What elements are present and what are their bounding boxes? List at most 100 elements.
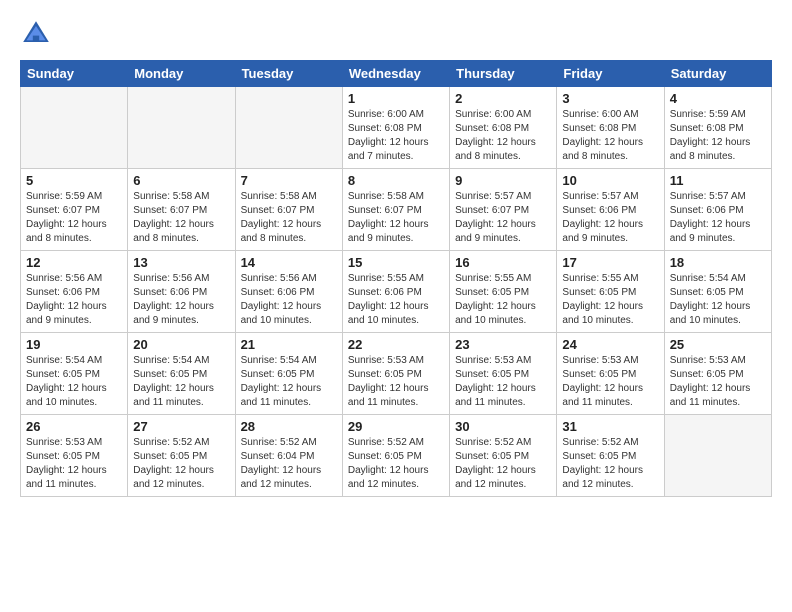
day-number: 23 [455, 337, 551, 352]
day-info: Sunrise: 5:58 AM Sunset: 6:07 PM Dayligh… [348, 190, 444, 246]
day-number: 7 [241, 173, 337, 188]
weekday-header-friday: Friday [557, 61, 664, 87]
day-number: 15 [348, 255, 444, 270]
calendar-cell [235, 87, 342, 169]
calendar-cell: 8 Sunrise: 5:58 AM Sunset: 6:07 PM Daylig… [342, 169, 449, 251]
calendar-cell: 29 Sunrise: 5:52 AM Sunset: 6:05 PM Dayli… [342, 415, 449, 497]
day-info: Sunrise: 5:55 AM Sunset: 6:06 PM Dayligh… [348, 272, 444, 328]
calendar-cell: 18 Sunrise: 5:54 AM Sunset: 6:05 PM Dayli… [664, 251, 771, 333]
calendar-cell: 3 Sunrise: 6:00 AM Sunset: 6:08 PM Daylig… [557, 87, 664, 169]
calendar-cell: 30 Sunrise: 5:52 AM Sunset: 6:05 PM Dayli… [450, 415, 557, 497]
logo-icon [20, 18, 52, 50]
day-number: 2 [455, 91, 551, 106]
weekday-header-row: SundayMondayTuesdayWednesdayThursdayFrid… [21, 61, 772, 87]
calendar-cell: 25Sunrise: 5:53 AM Sunset: 6:05 PM Dayli… [664, 333, 771, 415]
day-info: Sunrise: 5:56 AM Sunset: 6:06 PM Dayligh… [241, 272, 337, 328]
day-info: Sunrise: 5:54 AM Sunset: 6:05 PM Dayligh… [133, 354, 229, 410]
day-number: 31 [562, 419, 658, 434]
day-info: Sunrise: 5:57 AM Sunset: 6:07 PM Dayligh… [455, 190, 551, 246]
day-info: Sunrise: 5:59 AM Sunset: 6:07 PM Dayligh… [26, 190, 122, 246]
day-number: 1 [348, 91, 444, 106]
calendar-cell: 27Sunrise: 5:52 AM Sunset: 6:05 PM Dayli… [128, 415, 235, 497]
calendar-cell: 9 Sunrise: 5:57 AM Sunset: 6:07 PM Daylig… [450, 169, 557, 251]
weekday-header-wednesday: Wednesday [342, 61, 449, 87]
calendar-cell: 22 Sunrise: 5:53 AM Sunset: 6:05 PM Dayli… [342, 333, 449, 415]
calendar-cell: 15 Sunrise: 5:55 AM Sunset: 6:06 PM Dayli… [342, 251, 449, 333]
calendar-cell: 17Sunrise: 5:55 AM Sunset: 6:05 PM Dayli… [557, 251, 664, 333]
day-number: 12 [26, 255, 122, 270]
day-number: 21 [241, 337, 337, 352]
day-number: 25 [670, 337, 766, 352]
day-number: 8 [348, 173, 444, 188]
day-info: Sunrise: 5:58 AM Sunset: 6:07 PM Dayligh… [241, 190, 337, 246]
day-number: 6 [133, 173, 229, 188]
day-info: Sunrise: 6:00 AM Sunset: 6:08 PM Dayligh… [348, 108, 444, 164]
calendar-cell: 21Sunrise: 5:54 AM Sunset: 6:05 PM Dayli… [235, 333, 342, 415]
day-info: Sunrise: 5:52 AM Sunset: 6:05 PM Dayligh… [455, 436, 551, 492]
weekday-header-saturday: Saturday [664, 61, 771, 87]
day-number: 10 [562, 173, 658, 188]
week-row-1: 5Sunrise: 5:59 AM Sunset: 6:07 PM Daylig… [21, 169, 772, 251]
day-info: Sunrise: 5:56 AM Sunset: 6:06 PM Dayligh… [133, 272, 229, 328]
calendar-cell: 10 Sunrise: 5:57 AM Sunset: 6:06 PM Dayli… [557, 169, 664, 251]
day-info: Sunrise: 5:56 AM Sunset: 6:06 PM Dayligh… [26, 272, 122, 328]
day-number: 9 [455, 173, 551, 188]
day-info: Sunrise: 5:54 AM Sunset: 6:05 PM Dayligh… [26, 354, 122, 410]
day-number: 16 [455, 255, 551, 270]
calendar-cell: 24Sunrise: 5:53 AM Sunset: 6:05 PM Dayli… [557, 333, 664, 415]
day-number: 3 [562, 91, 658, 106]
calendar-cell: 13 Sunrise: 5:56 AM Sunset: 6:06 PM Dayli… [128, 251, 235, 333]
day-number: 18 [670, 255, 766, 270]
day-info: Sunrise: 5:58 AM Sunset: 6:07 PM Dayligh… [133, 190, 229, 246]
weekday-header-tuesday: Tuesday [235, 61, 342, 87]
day-number: 19 [26, 337, 122, 352]
day-number: 29 [348, 419, 444, 434]
day-info: Sunrise: 6:00 AM Sunset: 6:08 PM Dayligh… [455, 108, 551, 164]
day-info: Sunrise: 5:53 AM Sunset: 6:05 PM Dayligh… [348, 354, 444, 410]
day-info: Sunrise: 5:59 AM Sunset: 6:08 PM Dayligh… [670, 108, 766, 164]
calendar-cell [664, 415, 771, 497]
day-number: 11 [670, 173, 766, 188]
day-number: 24 [562, 337, 658, 352]
calendar-cell: 1 Sunrise: 6:00 AM Sunset: 6:08 PM Daylig… [342, 87, 449, 169]
calendar-cell: 4 Sunrise: 5:59 AM Sunset: 6:08 PM Daylig… [664, 87, 771, 169]
day-number: 20 [133, 337, 229, 352]
day-info: Sunrise: 5:55 AM Sunset: 6:05 PM Dayligh… [455, 272, 551, 328]
day-info: Sunrise: 5:57 AM Sunset: 6:06 PM Dayligh… [670, 190, 766, 246]
calendar-cell: 20 Sunrise: 5:54 AM Sunset: 6:05 PM Dayli… [128, 333, 235, 415]
day-info: Sunrise: 5:52 AM Sunset: 6:05 PM Dayligh… [562, 436, 658, 492]
calendar-cell: 7 Sunrise: 5:58 AM Sunset: 6:07 PM Daylig… [235, 169, 342, 251]
week-row-4: 26 Sunrise: 5:53 AM Sunset: 6:05 PM Dayli… [21, 415, 772, 497]
day-info: Sunrise: 5:57 AM Sunset: 6:06 PM Dayligh… [562, 190, 658, 246]
calendar-cell: 11 Sunrise: 5:57 AM Sunset: 6:06 PM Dayli… [664, 169, 771, 251]
day-number: 30 [455, 419, 551, 434]
calendar-cell: 31 Sunrise: 5:52 AM Sunset: 6:05 PM Dayli… [557, 415, 664, 497]
calendar-cell: 19 Sunrise: 5:54 AM Sunset: 6:05 PM Dayli… [21, 333, 128, 415]
weekday-header-monday: Monday [128, 61, 235, 87]
day-number: 4 [670, 91, 766, 106]
day-info: Sunrise: 6:00 AM Sunset: 6:08 PM Dayligh… [562, 108, 658, 164]
day-number: 13 [133, 255, 229, 270]
calendar-cell: 26 Sunrise: 5:53 AM Sunset: 6:05 PM Dayli… [21, 415, 128, 497]
day-number: 28 [241, 419, 337, 434]
day-info: Sunrise: 5:54 AM Sunset: 6:05 PM Dayligh… [670, 272, 766, 328]
day-info: Sunrise: 5:53 AM Sunset: 6:05 PM Dayligh… [26, 436, 122, 492]
day-number: 22 [348, 337, 444, 352]
calendar-cell: 6 Sunrise: 5:58 AM Sunset: 6:07 PM Daylig… [128, 169, 235, 251]
day-info: Sunrise: 5:52 AM Sunset: 6:04 PM Dayligh… [241, 436, 337, 492]
weekday-header-thursday: Thursday [450, 61, 557, 87]
page: SundayMondayTuesdayWednesdayThursdayFrid… [0, 0, 792, 612]
week-row-0: 1 Sunrise: 6:00 AM Sunset: 6:08 PM Daylig… [21, 87, 772, 169]
week-row-3: 19 Sunrise: 5:54 AM Sunset: 6:05 PM Dayli… [21, 333, 772, 415]
calendar-cell: 12 Sunrise: 5:56 AM Sunset: 6:06 PM Dayli… [21, 251, 128, 333]
weekday-header-sunday: Sunday [21, 61, 128, 87]
day-number: 27 [133, 419, 229, 434]
calendar-cell [21, 87, 128, 169]
day-number: 14 [241, 255, 337, 270]
calendar-table: SundayMondayTuesdayWednesdayThursdayFrid… [20, 60, 772, 497]
day-info: Sunrise: 5:52 AM Sunset: 6:05 PM Dayligh… [348, 436, 444, 492]
day-number: 26 [26, 419, 122, 434]
logo [20, 18, 56, 50]
calendar-cell: 2 Sunrise: 6:00 AM Sunset: 6:08 PM Daylig… [450, 87, 557, 169]
calendar-cell: 23Sunrise: 5:53 AM Sunset: 6:05 PM Dayli… [450, 333, 557, 415]
